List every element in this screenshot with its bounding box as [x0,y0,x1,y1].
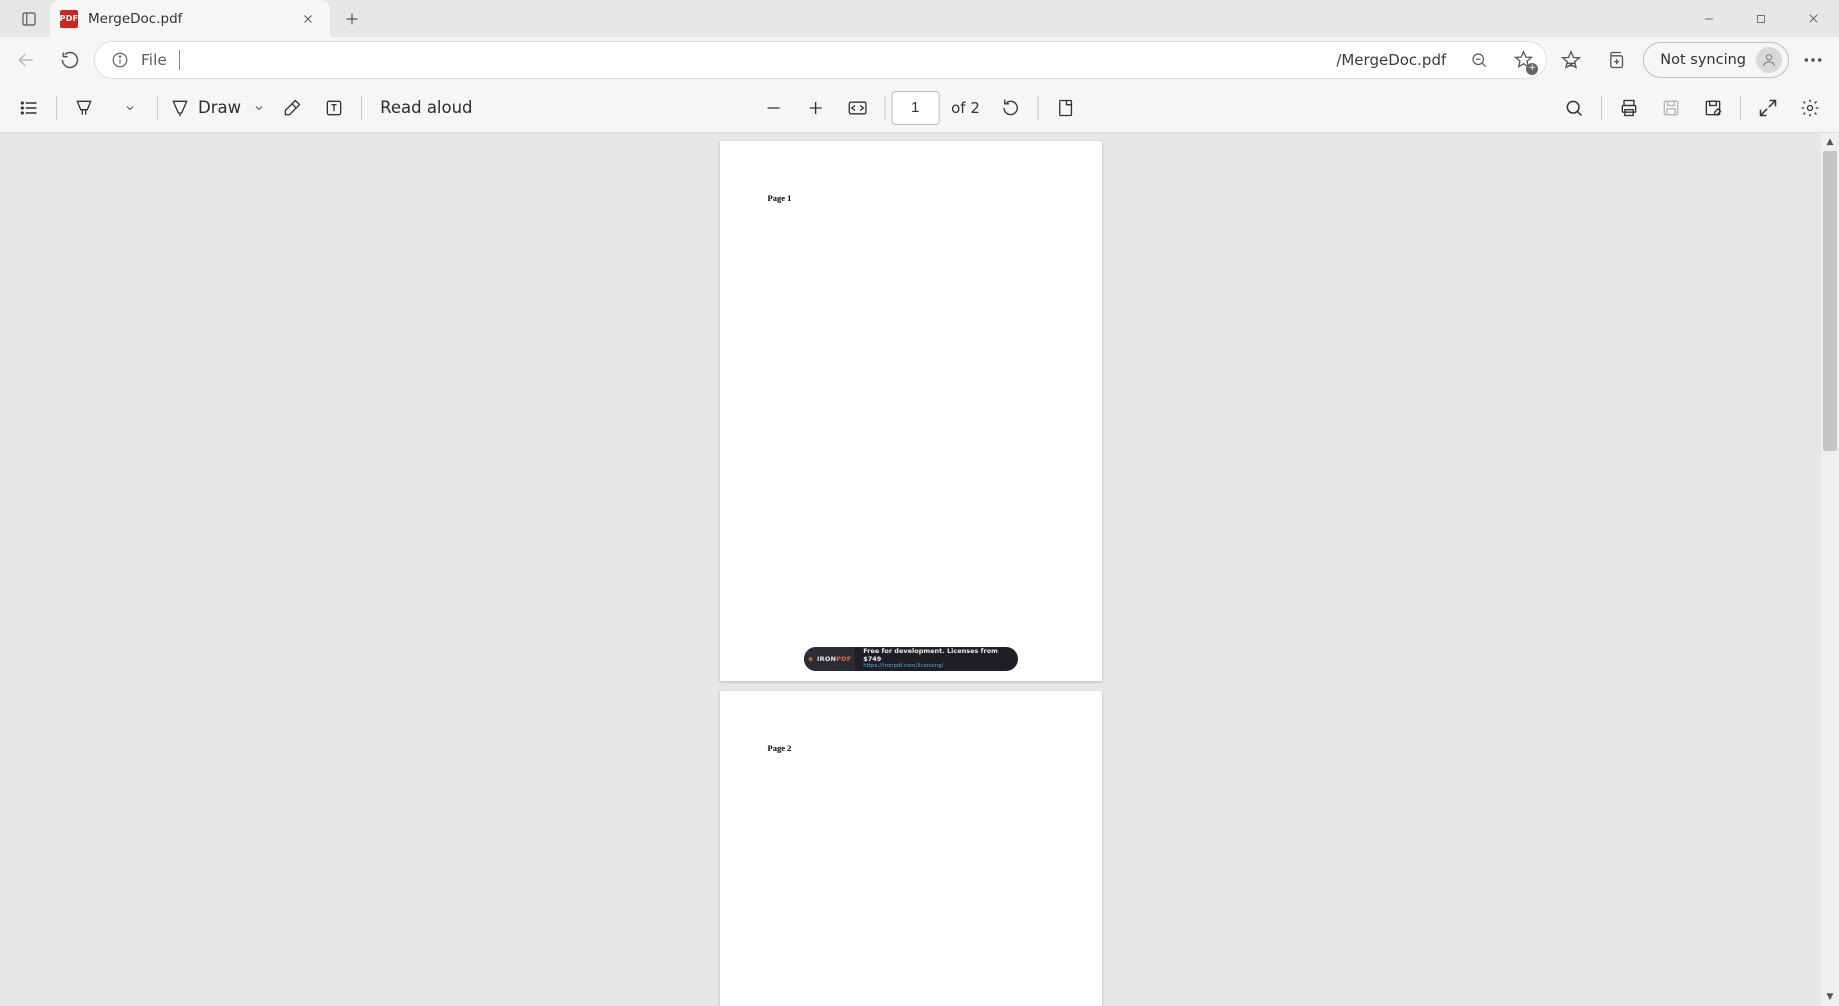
pdf-viewport[interactable]: Page 1 ✷ IRONPDF Free for development. L… [0,133,1821,1006]
zoom-reset-icon[interactable] [1462,43,1496,77]
close-tab-button[interactable] [294,5,322,33]
read-aloud-button[interactable]: Read aloud [368,98,484,117]
plus-badge-icon: + [1526,63,1538,75]
pdf-toolbar: Draw Read aloud of 2 [0,83,1839,133]
print-button[interactable] [1608,87,1650,129]
watermark-brand: IRONPDF [817,655,851,663]
pdf-settings-button[interactable] [1789,87,1831,129]
favorites-button[interactable] [1551,40,1591,80]
toolbar-separator [361,96,362,120]
close-window-button[interactable] [1787,0,1839,37]
rotate-button[interactable] [990,87,1032,129]
erase-button[interactable] [271,87,313,129]
page-total-label: of 2 [951,99,980,117]
save-button[interactable] [1650,87,1692,129]
watermark: ✷ IRONPDF Free for development. Licenses… [804,647,1018,671]
settings-menu-button[interactable] [1793,40,1833,80]
watermark-line1: Free for development. Licenses from $749 [863,648,1017,663]
draw-label: Draw [198,98,241,117]
toolbar-separator [1038,96,1039,120]
browser-tab[interactable]: PDF MergeDoc.pdf [50,0,330,37]
collections-button[interactable] [1595,40,1635,80]
profile-avatar-icon [1756,47,1782,73]
toolbar-right-group [1553,87,1831,129]
toolbar-separator [157,96,158,120]
pdf-page: Page 2 [720,691,1102,1006]
minimize-button[interactable] [1683,0,1735,37]
url-prefix: File [141,51,167,69]
address-bar-row: File /MergeDoc.pdf + Not syncing [0,37,1839,83]
save-as-button[interactable] [1692,87,1734,129]
watermark-logo: ✷ IRONPDF [804,647,856,671]
chevron-down-icon [253,102,265,114]
url-display-path: /MergeDoc.pdf [190,51,1452,69]
url-caret [179,50,180,70]
sync-status-label: Not syncing [1660,52,1746,68]
toolbar-separator [56,96,57,120]
pdf-favicon-icon: PDF [60,10,78,28]
contents-button[interactable] [8,87,50,129]
scrollbar-thumb[interactable] [1823,151,1837,451]
tab-title: MergeDoc.pdf [88,11,294,27]
toolbar-separator [1601,96,1602,120]
new-tab-button[interactable] [330,0,374,37]
tab-actions-button[interactable] [8,0,50,37]
zoom-in-button[interactable] [794,87,836,129]
toolbar-separator [1740,96,1741,120]
back-button[interactable] [6,40,46,80]
fullscreen-button[interactable] [1747,87,1789,129]
page-heading: Page 2 [768,743,792,753]
address-bar[interactable]: File /MergeDoc.pdf + [94,41,1547,79]
refresh-button[interactable] [50,40,90,80]
watermark-line2: https://ironpdf.com/licensing/ [863,663,1017,669]
page-heading: Page 1 [768,193,792,203]
window-controls [1683,0,1839,37]
page-view-button[interactable] [1045,87,1087,129]
highlight-button[interactable] [63,87,105,129]
vertical-scrollbar[interactable]: ▲ ▼ [1821,133,1839,1006]
zoom-out-button[interactable] [752,87,794,129]
logo-star-icon: ✷ [807,655,814,664]
toolbar-separator [884,96,885,120]
tab-strip: PDF MergeDoc.pdf [0,0,1839,37]
scroll-down-arrow-icon[interactable]: ▼ [1821,988,1839,1006]
profile-sync-button[interactable]: Not syncing [1643,42,1789,78]
page-controls: of 2 [752,83,1087,133]
fit-width-button[interactable] [836,87,878,129]
page-number-input[interactable] [891,91,939,125]
pdf-page: Page 1 ✷ IRONPDF Free for development. L… [720,141,1102,681]
add-text-button[interactable] [313,87,355,129]
maximize-button[interactable] [1735,0,1787,37]
find-button[interactable] [1553,87,1595,129]
draw-button[interactable]: Draw [164,98,271,118]
scroll-up-arrow-icon[interactable]: ▲ [1821,133,1839,151]
pen-icon [170,98,190,118]
highlight-dropdown[interactable] [109,87,151,129]
add-favorite-button[interactable]: + [1506,43,1540,77]
site-info-icon[interactable] [109,49,131,71]
